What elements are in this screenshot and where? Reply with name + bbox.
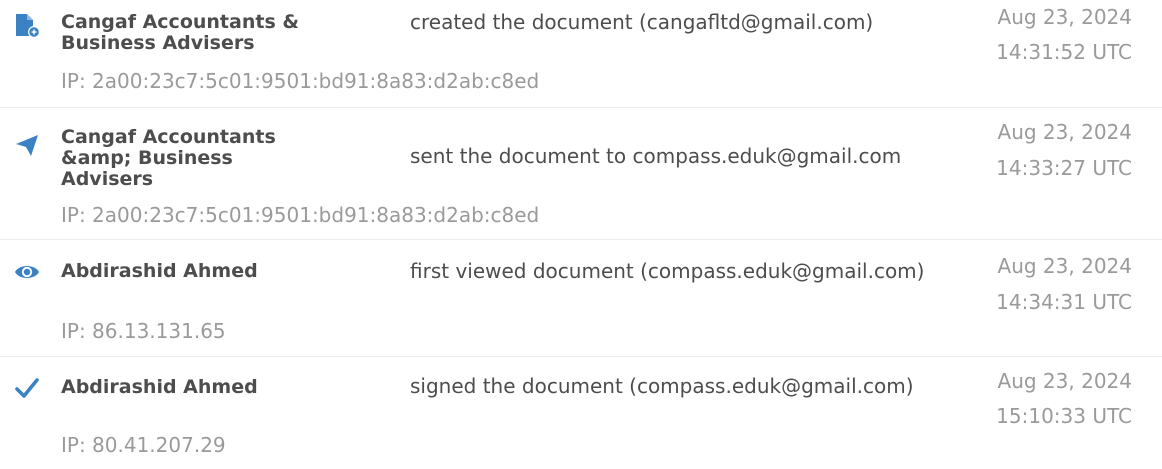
event-ip-address: IP: 86.13.131.65 xyxy=(61,319,226,343)
audit-event-sent: Cangaf Accountants &amp; Business Advise… xyxy=(0,108,1162,238)
event-ip-address: IP: 80.41.207.29 xyxy=(61,433,226,457)
event-actor: Abdirashid Ahmed xyxy=(61,376,258,398)
event-date: Aug 23, 2024 xyxy=(997,120,1132,144)
event-action: first viewed document (compass.eduk@gmai… xyxy=(410,259,925,283)
event-ip-address: IP: 2a00:23c7:5c01:9501:bd91:8a83:d2ab:c… xyxy=(61,69,540,93)
audit-event-created: Cangaf Accountants & Business Advisers c… xyxy=(0,0,1162,106)
event-date: Aug 23, 2024 xyxy=(997,5,1132,29)
event-time: 14:31:52 UTC xyxy=(996,40,1132,64)
audit-event-viewed: Abdirashid Ahmed first viewed document (… xyxy=(0,240,1162,355)
event-action: created the document (cangafltd@gmail.co… xyxy=(410,10,874,34)
document-created-icon xyxy=(14,12,40,38)
eye-icon xyxy=(14,259,40,285)
event-time: 14:33:27 UTC xyxy=(996,156,1132,180)
event-actor: Cangaf Accountants &amp; Business Advise… xyxy=(61,126,276,190)
paper-plane-icon xyxy=(14,132,40,158)
event-action: signed the document (compass.eduk@gmail.… xyxy=(410,374,914,398)
event-date: Aug 23, 2024 xyxy=(997,369,1132,393)
event-ip-address: IP: 2a00:23c7:5c01:9501:bd91:8a83:d2ab:c… xyxy=(61,203,540,227)
event-action: sent the document to compass.eduk@gmail.… xyxy=(410,144,902,168)
event-time: 14:34:31 UTC xyxy=(996,290,1132,314)
audit-event-signed: Abdirashid Ahmed signed the document (co… xyxy=(0,357,1162,469)
event-time: 15:10:33 UTC xyxy=(996,404,1132,428)
event-actor: Abdirashid Ahmed xyxy=(61,260,258,282)
event-actor: Cangaf Accountants & Business Advisers xyxy=(61,11,299,54)
checkmark-icon xyxy=(14,375,40,401)
event-date: Aug 23, 2024 xyxy=(997,254,1132,278)
